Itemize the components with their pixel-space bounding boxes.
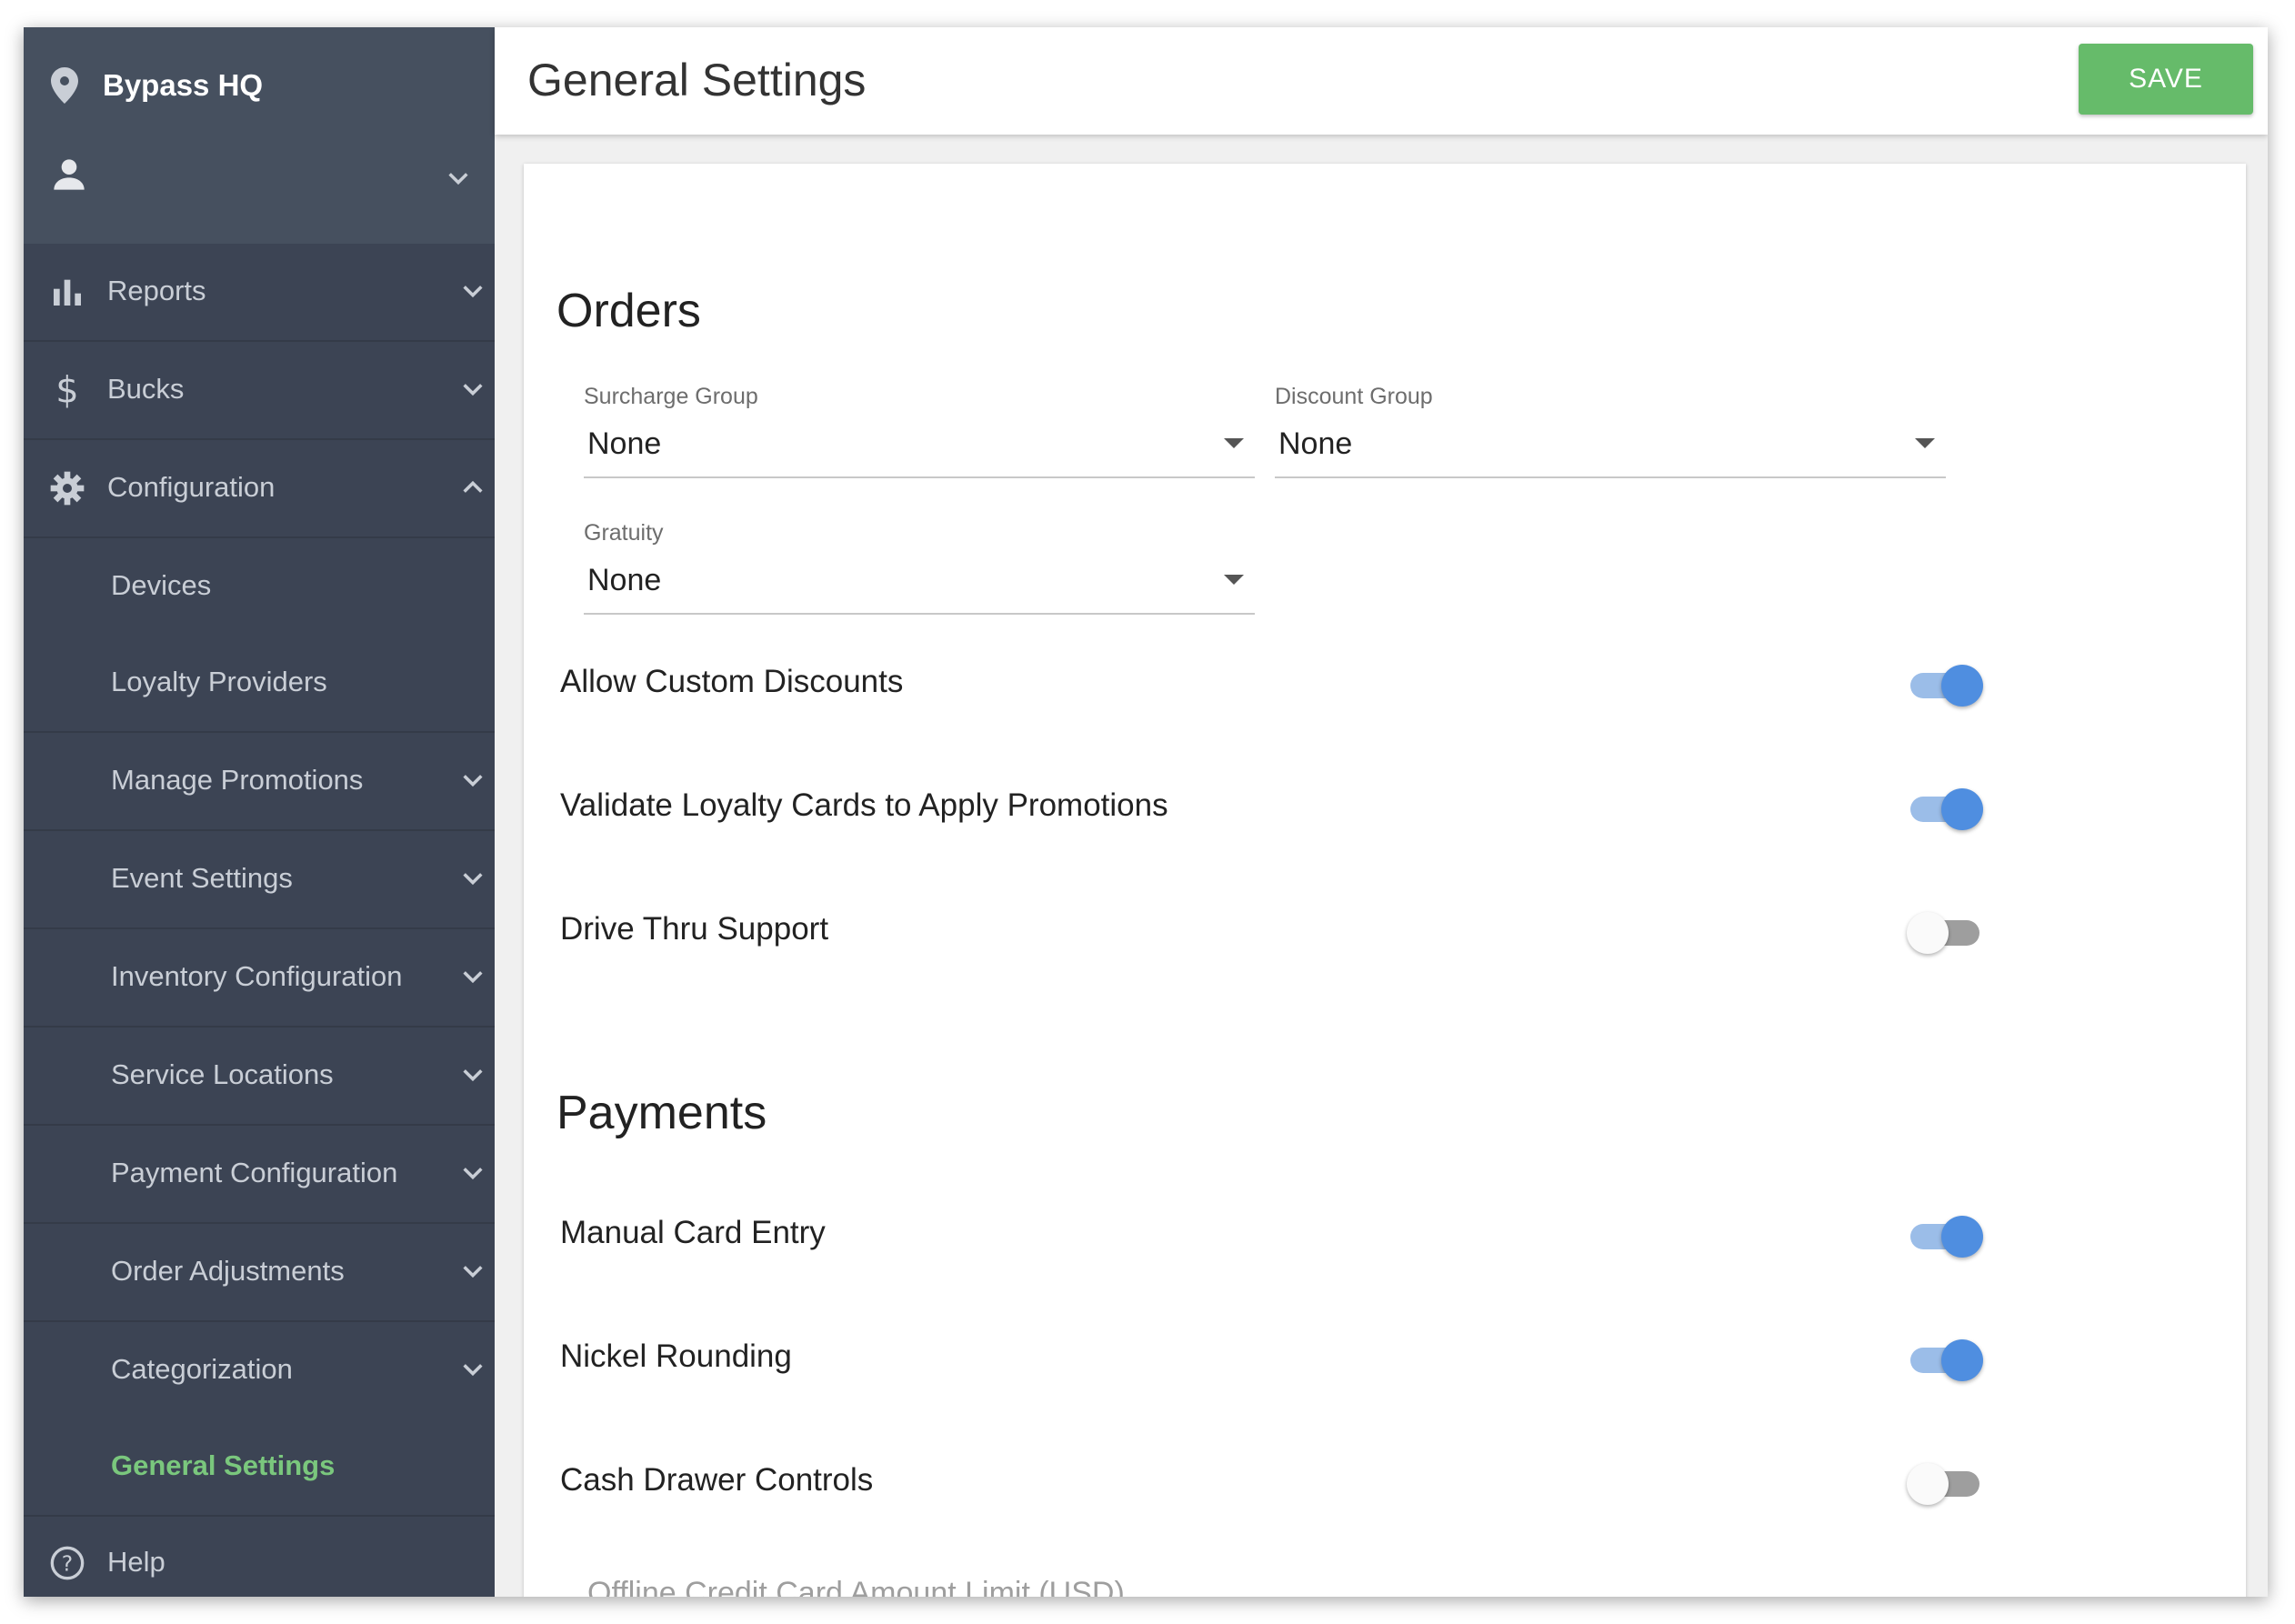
allow-custom-discounts-toggle[interactable] bbox=[1910, 660, 1983, 707]
sidebar-item-order-adjustments[interactable]: Order Adjustments bbox=[24, 1224, 495, 1322]
surcharge-group-value: None bbox=[587, 426, 662, 461]
toggle-label: Validate Loyalty Cards to Apply Promotio… bbox=[560, 787, 1168, 823]
sidebar: Bypass HQ Reports $ Bucks Configuration … bbox=[24, 27, 495, 1597]
sidebar-item-label: Reports bbox=[107, 275, 206, 306]
sidebar-item-label: Manage Promotions bbox=[111, 764, 364, 796]
sidebar-item-label: Service Locations bbox=[111, 1058, 334, 1090]
sidebar-item-event-settings[interactable]: Event Settings bbox=[24, 831, 495, 929]
sidebar-item-reports[interactable]: Reports bbox=[24, 244, 495, 342]
validate-loyalty-cards-row: Validate Loyalty Cards to Apply Promotio… bbox=[560, 769, 1983, 842]
chevron-down-icon bbox=[463, 286, 483, 298]
save-button[interactable]: SAVE bbox=[2079, 44, 2253, 115]
sidebar-header: Bypass HQ bbox=[24, 27, 495, 244]
dropdown-caret-icon bbox=[1915, 438, 1935, 448]
dropdown-caret-icon bbox=[1224, 575, 1244, 585]
gear-icon bbox=[50, 471, 85, 506]
sidebar-item-label: Payment Configuration bbox=[111, 1157, 398, 1188]
svg-text:$: $ bbox=[55, 372, 78, 408]
nickel-rounding-row: Nickel Rounding bbox=[560, 1320, 1983, 1393]
app-window: Bypass HQ Reports $ Bucks Configuration … bbox=[24, 27, 2268, 1597]
chevron-down-icon[interactable] bbox=[446, 165, 471, 191]
page-header: General Settings SAVE bbox=[495, 27, 2268, 135]
toggle-label: Nickel Rounding bbox=[560, 1338, 792, 1374]
validate-loyalty-cards-toggle[interactable] bbox=[1910, 784, 1983, 830]
sidebar-item-general-settings[interactable]: General Settings bbox=[24, 1418, 495, 1517]
sidebar-item-configuration[interactable]: Configuration bbox=[24, 440, 495, 538]
payments-section-title: Payments bbox=[556, 1087, 767, 1139]
chevron-down-icon bbox=[463, 1069, 483, 1082]
sidebar-item-service-locations[interactable]: Service Locations bbox=[24, 1028, 495, 1126]
gratuity-label: Gratuity bbox=[584, 520, 664, 546]
toggle-label: Manual Card Entry bbox=[560, 1215, 826, 1250]
sidebar-item-manage-promotions[interactable]: Manage Promotions bbox=[24, 733, 495, 831]
sidebar-item-label: Loyalty Providers bbox=[111, 666, 327, 697]
sidebar-item-bucks[interactable]: $ Bucks bbox=[24, 342, 495, 440]
surcharge-group-select[interactable]: Surcharge Group None bbox=[584, 382, 1255, 482]
svg-text:?: ? bbox=[62, 1550, 73, 1576]
chevron-down-icon bbox=[463, 873, 483, 886]
chevron-down-icon bbox=[463, 971, 483, 984]
chevron-down-icon bbox=[463, 775, 483, 787]
orders-section-title: Orders bbox=[556, 285, 701, 337]
chevron-down-icon bbox=[463, 384, 483, 396]
drive-thru-support-row: Drive Thru Support bbox=[560, 893, 1979, 966]
sidebar-item-label: Event Settings bbox=[111, 862, 293, 894]
settings-card: Orders Surcharge Group None Discount Gro… bbox=[524, 164, 2246, 1597]
location-pin-icon bbox=[51, 67, 78, 104]
toggle-label: Allow Custom Discounts bbox=[560, 664, 904, 699]
sidebar-item-payment-configuration[interactable]: Payment Configuration bbox=[24, 1126, 495, 1224]
chevron-up-icon bbox=[463, 480, 483, 493]
dropdown-caret-icon bbox=[1224, 438, 1244, 448]
gratuity-select[interactable]: Gratuity None bbox=[584, 518, 1255, 618]
drive-thru-support-toggle[interactable] bbox=[1907, 907, 1983, 954]
sidebar-item-label: General Settings bbox=[111, 1449, 336, 1481]
discount-group-label: Discount Group bbox=[1275, 384, 1433, 409]
cash-drawer-controls-toggle[interactable] bbox=[1907, 1459, 1983, 1505]
nickel-rounding-toggle[interactable] bbox=[1910, 1335, 1983, 1381]
toggle-label: Cash Drawer Controls bbox=[560, 1462, 874, 1498]
sidebar-item-categorization[interactable]: Categorization bbox=[24, 1322, 495, 1418]
sidebar-item-label: Configuration bbox=[107, 471, 276, 503]
bar-chart-icon bbox=[54, 279, 81, 306]
sidebar-item-loyalty-providers[interactable]: Loyalty Providers bbox=[24, 635, 495, 733]
sidebar-item-label: Devices bbox=[111, 569, 212, 601]
chevron-down-icon bbox=[463, 1266, 483, 1278]
sidebar-item-label: Bucks bbox=[107, 373, 185, 405]
sidebar-item-label: Categorization bbox=[111, 1353, 293, 1385]
chevron-down-icon bbox=[463, 1168, 483, 1180]
sidebar-item-label: Order Adjustments bbox=[111, 1255, 345, 1287]
manual-card-entry-toggle[interactable] bbox=[1910, 1211, 1983, 1258]
chevron-down-icon bbox=[463, 1364, 483, 1377]
offline-credit-limit-label[interactable]: Offline Credit Card Amount Limit (USD) bbox=[587, 1573, 1125, 1597]
location-name: Bypass HQ bbox=[103, 68, 264, 102]
sidebar-item-help[interactable]: ? Help bbox=[24, 1515, 495, 1597]
sidebar-item-devices[interactable]: Devices bbox=[24, 538, 495, 635]
allow-custom-discounts-row: Allow Custom Discounts bbox=[560, 646, 1983, 718]
sidebar-item-label: Help bbox=[107, 1546, 165, 1578]
discount-group-select[interactable]: Discount Group None bbox=[1275, 382, 1946, 482]
toggle-label: Drive Thru Support bbox=[560, 911, 829, 947]
gratuity-value: None bbox=[587, 563, 662, 597]
sidebar-item-inventory-configuration[interactable]: Inventory Configuration bbox=[24, 929, 495, 1028]
page-title: General Settings bbox=[527, 55, 867, 105]
manual-card-entry-row: Manual Card Entry bbox=[560, 1197, 1983, 1269]
discount-group-value: None bbox=[1278, 426, 1353, 461]
user-icon[interactable] bbox=[51, 156, 87, 193]
surcharge-group-label: Surcharge Group bbox=[584, 384, 758, 409]
help-icon: ? bbox=[50, 1546, 85, 1580]
sidebar-item-label: Inventory Configuration bbox=[111, 960, 403, 992]
dollar-icon: $ bbox=[55, 372, 78, 408]
cash-drawer-controls-row: Cash Drawer Controls bbox=[560, 1444, 1979, 1517]
